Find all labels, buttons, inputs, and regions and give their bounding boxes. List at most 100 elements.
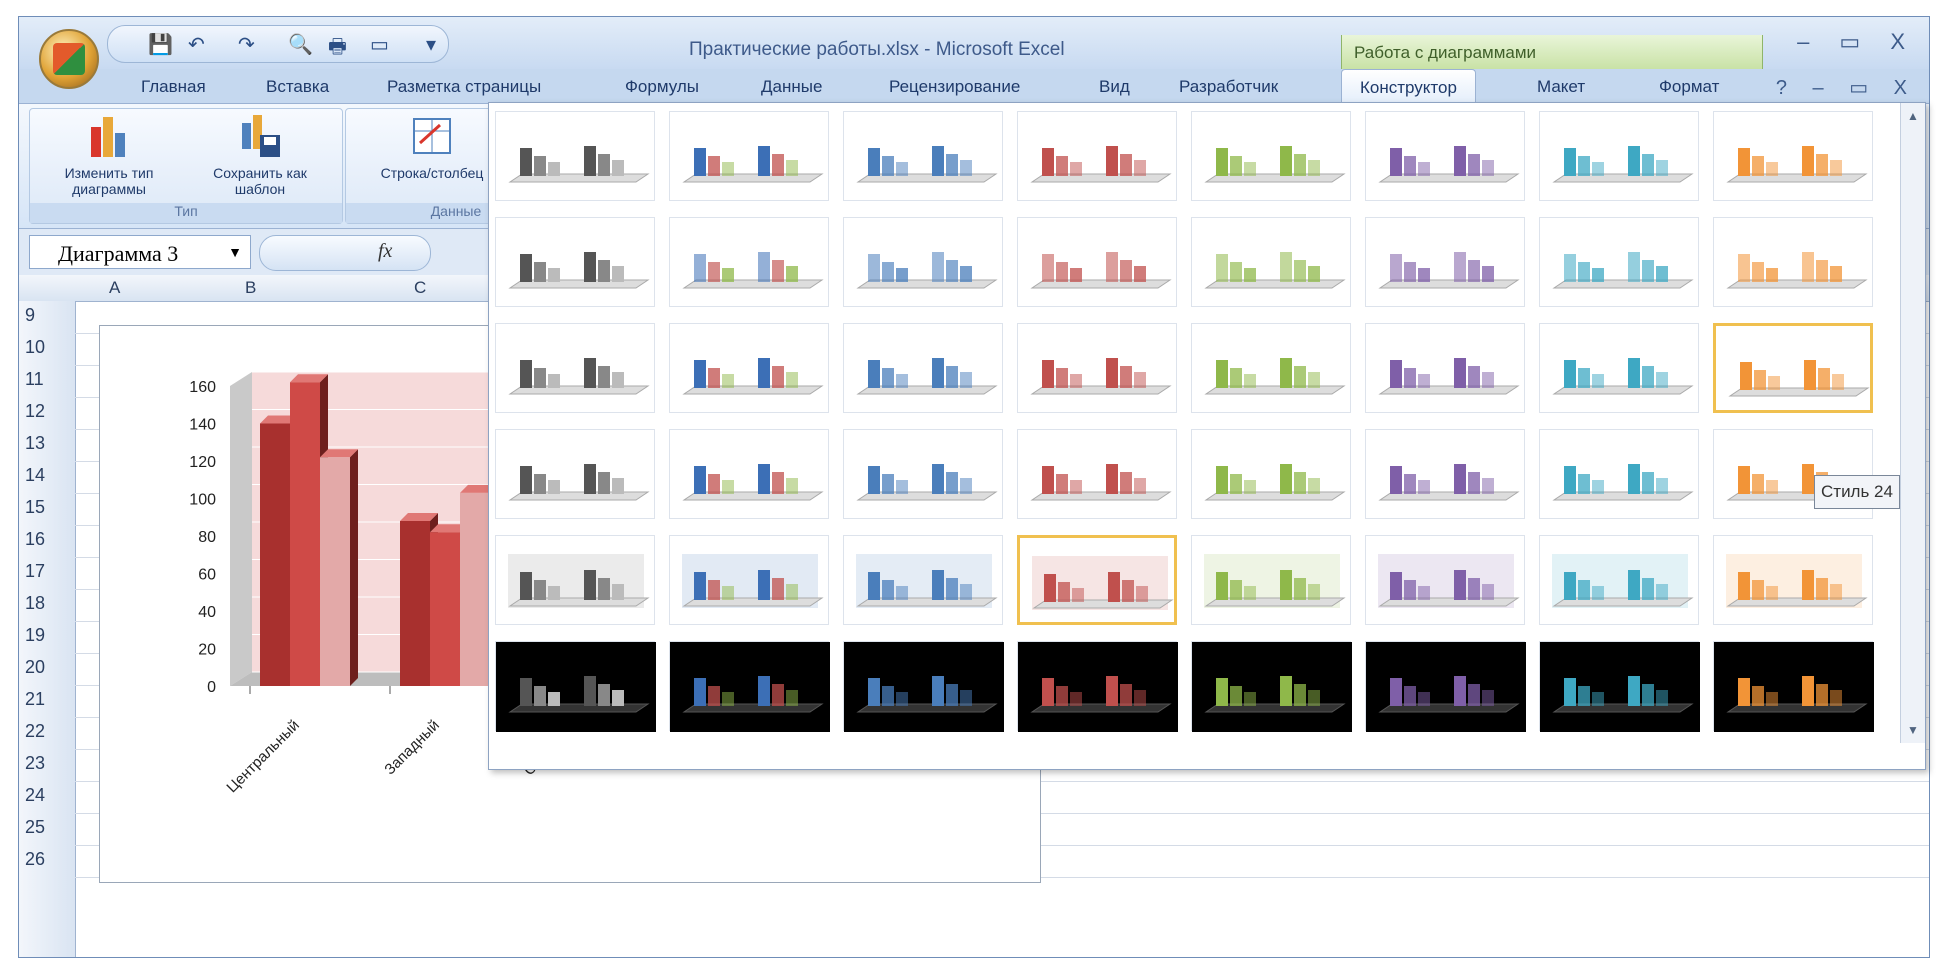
column-header-b[interactable]: B <box>245 278 256 298</box>
office-button[interactable] <box>39 29 99 89</box>
chart-style-thumbnail[interactable] <box>1017 111 1177 201</box>
chart-style-thumbnail[interactable] <box>669 535 829 625</box>
chart-style-thumbnail[interactable] <box>495 217 655 307</box>
column-header-c[interactable]: C <box>414 278 426 298</box>
tab-data[interactable]: Данные <box>761 77 822 97</box>
row-header[interactable]: 23 <box>25 753 45 774</box>
chart-style-thumbnail[interactable] <box>1713 323 1873 413</box>
new-icon[interactable]: ▭ <box>370 32 389 57</box>
tab-view[interactable]: Вид <box>1099 77 1130 97</box>
tab-formulas[interactable]: Формулы <box>625 77 699 97</box>
customize-icon[interactable]: ▾ <box>426 32 436 57</box>
chart-style-thumbnail[interactable] <box>1191 535 1351 625</box>
row-header[interactable]: 22 <box>25 721 45 742</box>
chart-style-thumbnail[interactable] <box>1365 217 1525 307</box>
chart-style-thumbnail[interactable] <box>1191 429 1351 519</box>
chart-style-thumbnail[interactable] <box>495 641 656 732</box>
chart-style-thumbnail[interactable] <box>1017 217 1177 307</box>
chart-style-thumbnail[interactable] <box>843 111 1003 201</box>
chart-style-thumbnail[interactable] <box>669 111 829 201</box>
chart-style-thumbnail[interactable] <box>1191 641 1352 732</box>
row-header[interactable]: 14 <box>25 465 45 486</box>
chevron-down-icon[interactable]: ▼ <box>228 244 242 260</box>
chart-style-thumbnail[interactable] <box>843 535 1003 625</box>
chart-style-thumbnail[interactable] <box>1017 429 1177 519</box>
chart-style-thumbnail[interactable] <box>1191 217 1351 307</box>
window-controls[interactable]: – ▭ X <box>1797 29 1917 55</box>
undo-icon[interactable]: ↶ <box>188 32 205 57</box>
chart-style-thumbnail[interactable] <box>669 641 830 732</box>
preview-bar <box>1628 358 1640 388</box>
chart-style-thumbnail[interactable] <box>669 429 829 519</box>
chart-style-thumbnail[interactable] <box>1365 641 1526 732</box>
tab-layout[interactable]: Макет <box>1537 77 1585 97</box>
change-chart-type-button[interactable]: Изменить тип диаграммы <box>34 113 184 197</box>
row-header[interactable]: 18 <box>25 593 45 614</box>
row-header[interactable]: 24 <box>25 785 45 806</box>
row-header[interactable]: 25 <box>25 817 45 838</box>
tab-developer[interactable]: Разработчик <box>1179 77 1278 97</box>
chart-style-thumbnail[interactable] <box>1191 323 1351 413</box>
tab-format[interactable]: Формат <box>1659 77 1719 97</box>
preview-bar <box>1802 570 1814 600</box>
chart-style-thumbnail[interactable] <box>1713 217 1873 307</box>
chart-style-thumbnail[interactable] <box>843 429 1003 519</box>
help-and-ribbon-controls[interactable]: ? – ▭ X <box>1776 75 1917 100</box>
scroll-up-icon[interactable]: ▲ <box>1907 109 1919 123</box>
preview-bar <box>1230 686 1242 706</box>
row-header[interactable]: 15 <box>25 497 45 518</box>
chart-style-thumbnail[interactable] <box>1539 641 1700 732</box>
chart-style-thumbnail[interactable] <box>1539 323 1699 413</box>
save-icon[interactable]: 💾 <box>148 32 173 57</box>
save-as-template-button[interactable]: Сохранить как шаблон <box>190 113 330 197</box>
row-header[interactable]: 13 <box>25 433 45 454</box>
chart-style-thumbnail[interactable] <box>843 217 1003 307</box>
row-header[interactable]: 10 <box>25 337 45 358</box>
chart-style-thumbnail[interactable] <box>1539 535 1699 625</box>
insert-function-button[interactable]: fx <box>259 235 431 271</box>
chart-style-thumbnail[interactable] <box>843 323 1003 413</box>
chart-style-thumbnail[interactable] <box>669 217 829 307</box>
column-header-a[interactable]: A <box>109 278 120 298</box>
tab-design[interactable]: Конструктор <box>1341 69 1476 103</box>
print-icon[interactable]: 🖶 <box>328 32 347 66</box>
chart-style-thumbnail[interactable] <box>669 323 829 413</box>
tab-review[interactable]: Рецензирование <box>889 77 1020 97</box>
row-header[interactable]: 19 <box>25 625 45 646</box>
row-header[interactable]: 20 <box>25 657 45 678</box>
chart-style-thumbnail[interactable] <box>1713 535 1873 625</box>
row-header[interactable]: 16 <box>25 529 45 550</box>
row-header[interactable]: 21 <box>25 689 45 710</box>
chart-style-thumbnail[interactable] <box>495 323 655 413</box>
chart-style-thumbnail[interactable] <box>1191 111 1351 201</box>
chart-style-thumbnail[interactable] <box>1365 111 1525 201</box>
tab-insert[interactable]: Вставка <box>266 77 329 97</box>
row-header[interactable]: 11 <box>25 369 44 390</box>
chart-style-thumbnail[interactable] <box>1539 217 1699 307</box>
chart-style-thumbnail[interactable] <box>1713 111 1873 201</box>
chart-style-thumbnail[interactable] <box>495 535 655 625</box>
chart-style-thumbnail[interactable] <box>1017 535 1177 625</box>
chart-style-thumbnail[interactable] <box>1365 535 1525 625</box>
chart-style-thumbnail[interactable] <box>1539 111 1699 201</box>
chart-style-thumbnail[interactable] <box>1365 429 1525 519</box>
chart-style-thumbnail[interactable] <box>495 429 655 519</box>
scroll-down-icon[interactable]: ▼ <box>1907 723 1919 737</box>
chart-style-thumbnail[interactable] <box>1365 323 1525 413</box>
print-preview-icon[interactable]: 🔍 <box>288 32 313 57</box>
tab-home[interactable]: Главная <box>141 77 206 97</box>
chart-style-thumbnail[interactable] <box>1017 323 1177 413</box>
row-header[interactable]: 26 <box>25 849 45 870</box>
chart-style-thumbnail[interactable] <box>843 641 1004 732</box>
name-box[interactable]: Диаграмма 3 ▼ <box>29 235 251 269</box>
chart-style-thumbnail[interactable] <box>1017 641 1178 732</box>
gallery-scrollbar[interactable]: ▲ ▼ <box>1900 103 1925 743</box>
row-header[interactable]: 9 <box>25 305 35 326</box>
redo-icon[interactable]: ↷ <box>238 32 255 57</box>
chart-style-thumbnail[interactable] <box>1713 641 1874 732</box>
row-header[interactable]: 17 <box>25 561 45 582</box>
chart-style-thumbnail[interactable] <box>495 111 655 201</box>
chart-style-thumbnail[interactable] <box>1539 429 1699 519</box>
tab-page-layout[interactable]: Разметка страницы <box>387 77 541 97</box>
row-header[interactable]: 12 <box>25 401 45 422</box>
